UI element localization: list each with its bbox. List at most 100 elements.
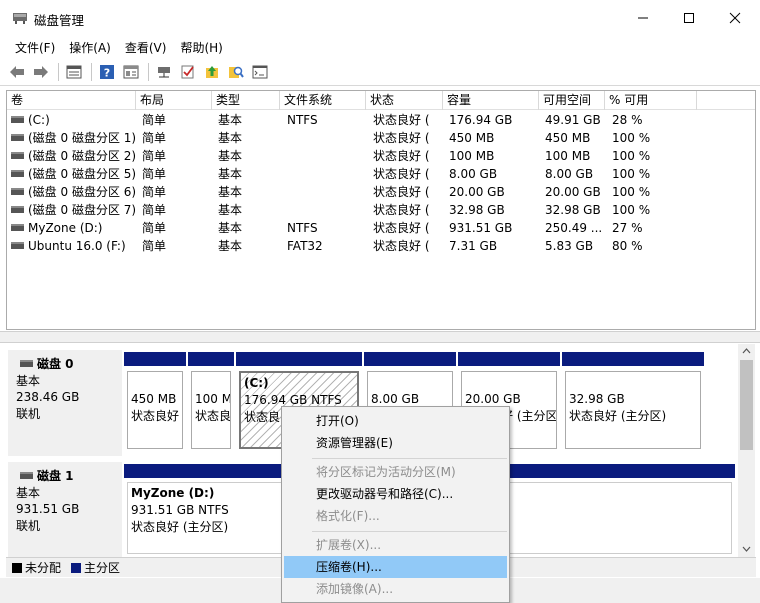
table-row[interactable]: (磁盘 0 磁盘分区 5) 简单 基本 状态良好 (8.00 GB 8.00 GB 100… bbox=[7, 165, 755, 183]
volume-type: 基本 bbox=[218, 149, 243, 163]
menu-open[interactable]: 打开(O) bbox=[284, 410, 507, 432]
volume-layout: 简单 bbox=[142, 167, 167, 181]
minimize-icon bbox=[638, 17, 648, 19]
drive-icon bbox=[11, 170, 24, 177]
disk-state: 联机 bbox=[16, 406, 41, 421]
drive-icon bbox=[11, 224, 24, 231]
menu-extend-volume[interactable]: 扩展卷(X)... bbox=[284, 534, 507, 556]
volume-layout: 简单 bbox=[142, 131, 167, 145]
column-percent-free[interactable]: % 可用 bbox=[605, 91, 697, 110]
volume-capacity: 7.31 GB bbox=[449, 239, 498, 253]
close-icon bbox=[729, 12, 741, 24]
properties-icon[interactable] bbox=[120, 61, 142, 83]
table-row[interactable]: Ubuntu 16.0 (F:) 简单 基本 FAT32 状态良好 (7.31 GB 5.… bbox=[7, 237, 755, 255]
scroll-down-icon bbox=[742, 546, 751, 552]
volume-capacity: 20.00 GB bbox=[449, 185, 505, 199]
scroll-up-icon bbox=[742, 348, 751, 354]
menu-shrink-volume[interactable]: 压缩卷(H)... bbox=[284, 556, 507, 578]
close-button[interactable] bbox=[712, 0, 758, 36]
context-menu: 打开(O) 资源管理器(E) 将分区标记为活动分区(M) 更改驱动器号和路径(C… bbox=[281, 406, 510, 603]
toolbar: ? bbox=[0, 59, 760, 86]
volume-capacity: 8.00 GB bbox=[449, 167, 498, 181]
scrollbar-thumb[interactable] bbox=[740, 360, 753, 450]
column-filesystem[interactable]: 文件系统 bbox=[280, 91, 366, 110]
column-status[interactable]: 状态 bbox=[366, 91, 443, 110]
volume-percent-free: 28 % bbox=[612, 113, 643, 127]
menu-mark-active[interactable]: 将分区标记为活动分区(M) bbox=[284, 461, 507, 483]
volume-layout: 简单 bbox=[142, 113, 167, 127]
menu-change-drive-letter[interactable]: 更改驱动器号和路径(C)... bbox=[284, 483, 507, 505]
menu-action[interactable]: 操作(A) bbox=[62, 36, 118, 58]
disk-0-label[interactable]: 磁盘 0 基本 238.46 GB 联机 bbox=[8, 350, 122, 456]
table-row[interactable]: (磁盘 0 磁盘分区 2) 简单 基本 状态良好 (100 MB 100 MB 100 % bbox=[7, 147, 755, 165]
volume-free-space: 250.49 ... bbox=[545, 221, 603, 235]
maximize-button[interactable] bbox=[666, 0, 712, 36]
menu-explorer[interactable]: 资源管理器(E) bbox=[284, 432, 507, 454]
partition-1[interactable]: 100 M 状态良 bbox=[191, 371, 231, 449]
menu-view[interactable]: 查看(V) bbox=[118, 36, 174, 58]
volume-percent-free: 100 % bbox=[612, 131, 651, 145]
partition-0[interactable]: 450 MB 状态良好 bbox=[127, 371, 183, 449]
check-icon[interactable] bbox=[177, 61, 199, 83]
volume-status: 状态良好 ( bbox=[373, 239, 430, 253]
volume-percent-free: 27 % bbox=[612, 221, 643, 235]
partition-title bbox=[569, 374, 697, 391]
forward-arrow-icon[interactable] bbox=[30, 61, 52, 83]
volume-capacity: 450 MB bbox=[449, 131, 495, 145]
disk-1-label[interactable]: 磁盘 1 基本 931.51 GB 联机 bbox=[8, 462, 122, 557]
column-volume[interactable]: 卷 bbox=[7, 91, 136, 110]
back-arrow-icon[interactable] bbox=[6, 61, 28, 83]
minimize-button[interactable] bbox=[620, 0, 666, 36]
pane-splitter[interactable] bbox=[0, 331, 760, 343]
volume-status: 状态良好 ( bbox=[373, 185, 430, 199]
toolbar-separator bbox=[91, 63, 92, 81]
volume-name: (磁盘 0 磁盘分区 1) bbox=[7, 129, 136, 147]
volume-free-space: 450 MB bbox=[545, 131, 591, 145]
search-icon[interactable] bbox=[225, 61, 247, 83]
volume-status: 状态良好 ( bbox=[373, 131, 430, 145]
column-layout[interactable]: 布局 bbox=[136, 91, 212, 110]
volume-status: 状态良好 ( bbox=[373, 149, 430, 163]
toolbar-separator bbox=[148, 63, 149, 81]
column-free-space[interactable]: 可用空间 bbox=[539, 91, 605, 110]
volume-type: 基本 bbox=[218, 113, 243, 127]
partition-5[interactable]: 32.98 GB 状态良好 (主分区) bbox=[565, 371, 701, 449]
volume-status: 状态良好 ( bbox=[373, 203, 430, 217]
menu-help[interactable]: 帮助(H) bbox=[173, 36, 229, 58]
drive-icon bbox=[11, 134, 24, 141]
volume-filesystem: NTFS bbox=[287, 221, 318, 235]
menu-file[interactable]: 文件(F) bbox=[8, 36, 62, 58]
menu-add-mirror[interactable]: 添加镜像(A)... bbox=[284, 578, 507, 600]
table-row[interactable]: (磁盘 0 磁盘分区 6) 简单 基本 状态良好 (20.00 GB 20.00 GB 1… bbox=[7, 183, 755, 201]
legend-label-primary: 主分区 bbox=[84, 561, 121, 575]
list-view-icon[interactable] bbox=[63, 61, 85, 83]
volume-layout: 简单 bbox=[142, 239, 167, 253]
window-title: 磁盘管理 bbox=[34, 13, 85, 28]
title-bar: 磁盘管理 bbox=[0, 0, 760, 36]
volume-capacity: 100 MB bbox=[449, 149, 495, 163]
volume-free-space: 32.98 GB bbox=[545, 203, 601, 217]
table-row[interactable]: MyZone (D:) 简单 基本 NTFS 状态良好 (931.51 GB 250.49… bbox=[7, 219, 755, 237]
disk-size: 931.51 GB bbox=[16, 502, 80, 516]
drive-icon bbox=[11, 152, 24, 159]
table-row[interactable]: (磁盘 0 磁盘分区 7) 简单 基本 状态良好 (32.98 GB 32.98 GB 1… bbox=[7, 201, 755, 219]
volume-layout: 简单 bbox=[142, 221, 167, 235]
connect-icon[interactable] bbox=[153, 61, 175, 83]
disk-icon bbox=[20, 360, 33, 367]
console-icon[interactable] bbox=[249, 61, 271, 83]
volume-name-text: (磁盘 0 磁盘分区 5) bbox=[28, 167, 136, 181]
disk-view-scrollbar[interactable] bbox=[738, 344, 755, 557]
menu-format[interactable]: 格式化(F)... bbox=[284, 505, 507, 527]
table-row[interactable]: (磁盘 0 磁盘分区 1) 简单 基本 状态良好 (450 MB 450 MB 100 % bbox=[7, 129, 755, 147]
column-type[interactable]: 类型 bbox=[212, 91, 280, 110]
up-folder-icon[interactable] bbox=[201, 61, 223, 83]
partition-status: 状态良好 bbox=[131, 409, 180, 423]
volume-name: Ubuntu 16.0 (F:) bbox=[7, 237, 136, 255]
table-row[interactable]: (C:) 简单 基本 NTFS 状态良好 (176.94 GB 49.91 GB 28 % bbox=[7, 111, 755, 129]
help-icon[interactable]: ? bbox=[96, 61, 118, 83]
svg-text:?: ? bbox=[104, 67, 110, 80]
drive-icon bbox=[11, 242, 24, 249]
toolbar-separator bbox=[58, 63, 59, 81]
column-capacity[interactable]: 容量 bbox=[443, 91, 539, 110]
volume-status: 状态良好 ( bbox=[373, 167, 430, 181]
